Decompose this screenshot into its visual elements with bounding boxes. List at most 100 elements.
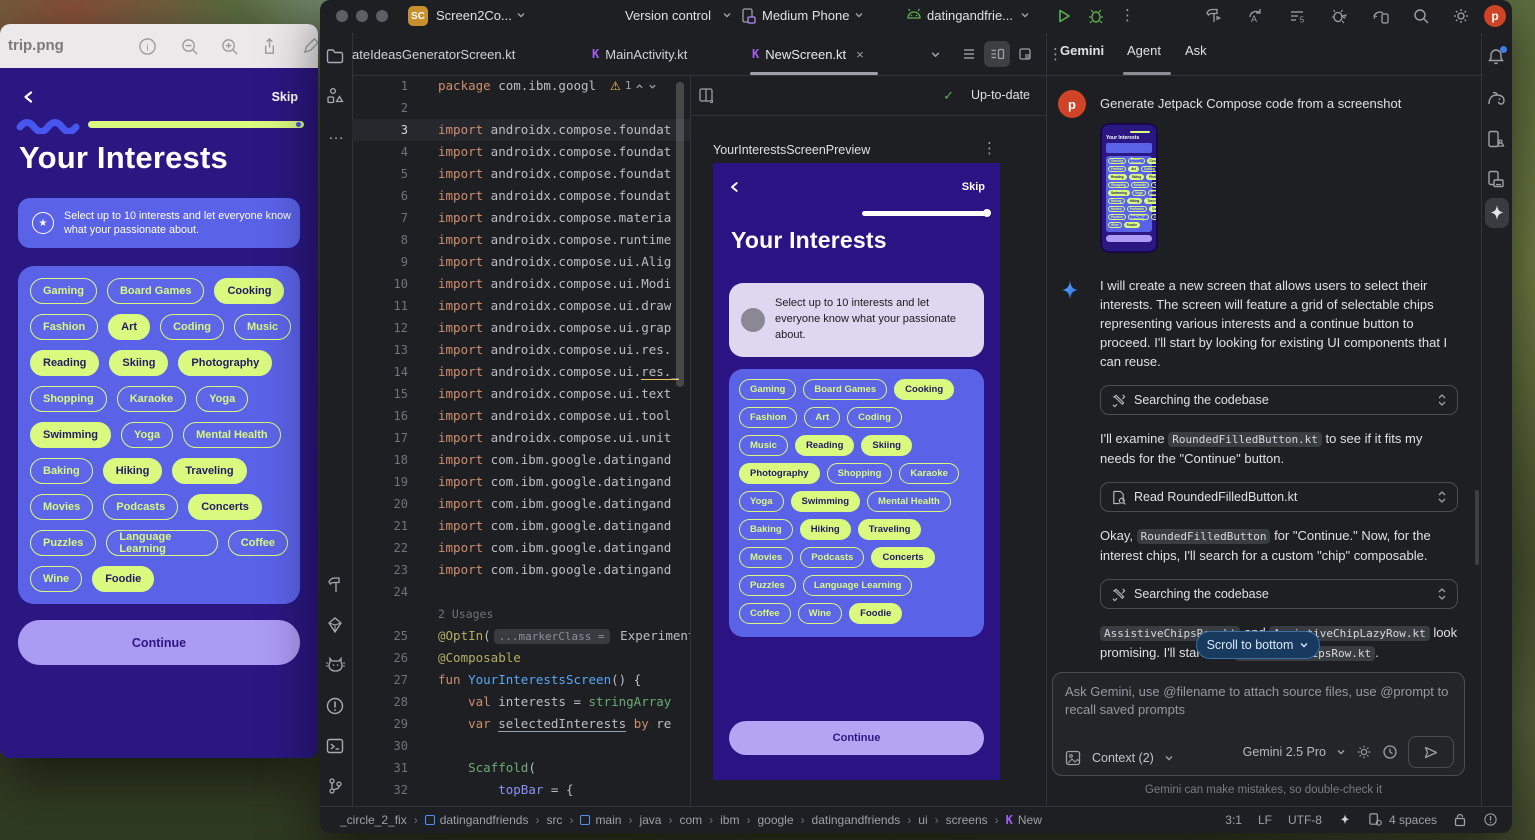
tab-dateideasgeneratorscreen[interactable]: ateIdeasGeneratorScreen.kt	[352, 33, 515, 75]
lock-icon[interactable]	[1453, 812, 1467, 827]
breadcrumb-item[interactable]: com	[679, 813, 702, 827]
window-zoom-button[interactable]	[376, 10, 388, 22]
user-avatar[interactable]: p	[1484, 5, 1506, 27]
window-minimize-button[interactable]	[356, 10, 368, 22]
code-line: 2	[352, 97, 690, 119]
tab-ask[interactable]: Ask	[1185, 43, 1207, 58]
editor-scrollbar[interactable]	[676, 82, 684, 387]
gradle-elephant-icon[interactable]	[1485, 88, 1507, 108]
problems-icon[interactable]	[325, 696, 347, 718]
send-button[interactable]	[1408, 736, 1454, 768]
run-configuration-selector[interactable]: datingandfrie...	[927, 8, 1013, 23]
info-icon[interactable]: i	[138, 37, 157, 56]
inspection-widget[interactable]: ⚠1	[610, 75, 657, 97]
search-icon[interactable]	[1412, 7, 1430, 25]
run-button[interactable]	[1056, 8, 1072, 24]
zoom-out-icon[interactable]	[180, 37, 199, 56]
code-view-button[interactable]	[956, 41, 982, 67]
notifications-bell-icon[interactable]	[1486, 47, 1506, 72]
ai-code-actions-icon[interactable]: A	[1246, 7, 1264, 25]
terminal-icon[interactable]	[325, 736, 347, 758]
split-view-button[interactable]	[984, 41, 1010, 67]
tab-newscreen-active[interactable]: K NewScreen.kt ×	[752, 33, 864, 75]
vcs-widget[interactable]: Version control	[625, 8, 711, 23]
breadcrumb-item[interactable]: src	[546, 813, 562, 827]
gemini-tool-icon[interactable]	[1488, 203, 1506, 223]
tab-agent[interactable]: Agent	[1127, 43, 1161, 58]
close-tab-icon[interactable]: ×	[856, 47, 864, 62]
share-icon[interactable]	[260, 37, 279, 56]
settings-gear-icon[interactable]	[1452, 7, 1470, 25]
breadcrumb-item[interactable]: ibm	[720, 813, 739, 827]
zoom-in-icon[interactable]	[220, 37, 239, 56]
device-streaming-icon[interactable]	[1371, 7, 1390, 25]
interest-chip: Puzzles	[1108, 214, 1126, 220]
profiler-icon[interactable]	[1330, 7, 1348, 25]
tool-call-card[interactable]: Read RoundedFilledButton.kt	[1100, 482, 1458, 512]
expand-collapse-icon[interactable]	[1437, 393, 1447, 407]
logcat-icon[interactable]	[325, 656, 347, 678]
breadcrumb-item[interactable]: KNew	[1006, 813, 1042, 827]
gemini-settings-icon[interactable]	[1356, 744, 1372, 760]
app-quality-insights-icon[interactable]	[325, 615, 347, 637]
version-control-tool-icon[interactable]	[325, 776, 347, 798]
preview-window-titlebar[interactable]: trip.png i	[0, 24, 318, 69]
line-ending[interactable]: LF	[1258, 813, 1272, 827]
preview-layout-icon[interactable]	[698, 87, 715, 104]
code-line: 14import androidx.compose.ui.res._	[352, 361, 690, 383]
caret-position[interactable]: 3:1	[1225, 813, 1242, 827]
panel-scrollbar[interactable]	[1475, 490, 1479, 565]
history-icon[interactable]	[1382, 744, 1398, 760]
gemini-input-box[interactable]: Context (2) Gemini 2.5 Pro	[1052, 672, 1465, 776]
debug-button[interactable]	[1088, 8, 1104, 24]
breadcrumb-item[interactable]: main	[580, 813, 621, 827]
model-selector[interactable]: Gemini 2.5 Pro	[1243, 745, 1326, 759]
gemini-response-paragraph: I will create a new screen that allows u…	[1100, 276, 1458, 371]
preview-options-icon[interactable]: ⋮	[982, 139, 997, 157]
expand-collapse-icon[interactable]	[1437, 587, 1447, 601]
attach-image-icon[interactable]	[1065, 750, 1082, 766]
code-editor[interactable]: 1package com.ibm.googl⚠123import android…	[352, 75, 690, 806]
more-tool-windows-icon[interactable]: …	[325, 126, 347, 148]
design-view-button[interactable]	[1012, 41, 1038, 67]
context-selector[interactable]: Context (2)	[1092, 751, 1154, 765]
scroll-to-bottom-button[interactable]: Scroll to bottom	[1196, 631, 1320, 659]
indent-config[interactable]: 4 spaces	[1368, 812, 1437, 827]
window-close-button[interactable]	[336, 10, 348, 22]
tool-call-card[interactable]: Searching the codebase	[1100, 579, 1458, 609]
running-devices-icon[interactable]	[1486, 129, 1506, 149]
breadcrumb-item[interactable]: java	[639, 813, 661, 827]
more-actions-icon[interactable]: ⋮	[1120, 6, 1135, 24]
build-icon[interactable]	[1204, 7, 1222, 25]
interest-chip: Movies	[1108, 206, 1125, 212]
breadcrumb-item[interactable]: datingandfriends	[425, 813, 529, 827]
task-list-icon[interactable]: 5	[1288, 7, 1306, 25]
tool-call-label: Searching the codebase	[1134, 393, 1269, 407]
code-line: 9import androidx.compose.ui.Alig	[352, 251, 690, 273]
build-tool-icon[interactable]	[325, 575, 347, 597]
preview-name-label[interactable]: YourInterestsScreenPreview	[713, 143, 870, 157]
chevron-up-icon	[635, 82, 644, 91]
interest-chip: Movies	[739, 547, 793, 568]
breadcrumb-item[interactable]: google	[757, 813, 793, 827]
resource-manager-icon[interactable]	[325, 86, 347, 108]
markup-pencil-icon[interactable]	[301, 37, 318, 56]
file-encoding[interactable]: UTF-8	[1288, 813, 1322, 827]
tool-call-card[interactable]: Searching the codebase	[1100, 385, 1458, 415]
breadcrumb-item[interactable]: _circle_2_fix	[340, 813, 407, 827]
inspections-icon[interactable]	[1483, 812, 1498, 827]
project-tool-icon[interactable]	[325, 46, 347, 68]
ai-sparkle-icon[interactable]	[1338, 813, 1352, 827]
tab-mainactivity[interactable]: K MainActivity.kt	[592, 33, 687, 75]
breadcrumb-item[interactable]: datingandfriends	[812, 813, 901, 827]
device-selector[interactable]: Medium Phone	[762, 8, 849, 23]
gemini-prompt-input[interactable]	[1053, 673, 1464, 731]
hidden-tabs-chevron-icon[interactable]	[930, 49, 941, 60]
breadcrumb-item[interactable]: ui	[918, 813, 927, 827]
chevron-down-icon	[1164, 753, 1174, 763]
expand-collapse-icon[interactable]	[1437, 490, 1447, 504]
attached-screenshot-thumbnail[interactable]: Your Interests GamingBoard GamesCookingF…	[1100, 123, 1158, 253]
device-manager-icon[interactable]	[1486, 169, 1506, 189]
project-selector[interactable]: Screen2Co...	[436, 8, 512, 23]
breadcrumb-item[interactable]: screens	[946, 813, 988, 827]
